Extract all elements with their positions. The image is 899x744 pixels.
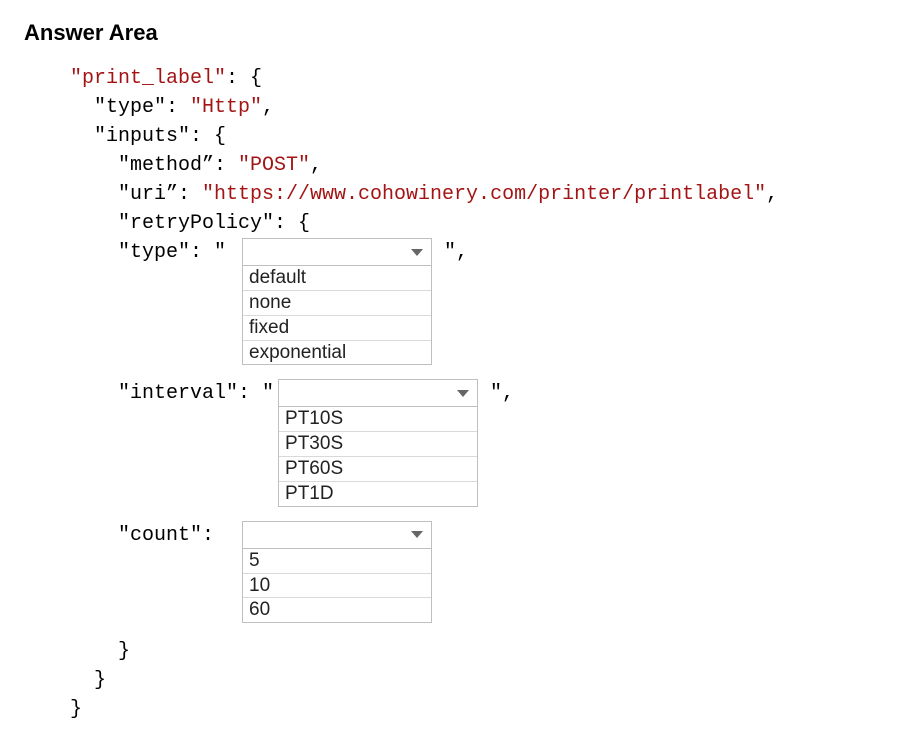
- key-inputs: "inputs": {: [94, 125, 226, 148]
- code-line: "type": "Http",: [24, 93, 875, 122]
- chevron-down-icon: [457, 390, 469, 397]
- code-line: "uri”: "https://www.cohowinery.com/print…: [24, 180, 875, 209]
- key-count: "count":: [118, 524, 214, 547]
- code-line: "print_label": {: [24, 64, 875, 93]
- dropdown-type-block: default none fixed exponential: [242, 238, 432, 365]
- code-line: }: [24, 666, 875, 695]
- option[interactable]: 60: [243, 598, 431, 622]
- option[interactable]: PT10S: [279, 407, 477, 432]
- close-brace: }: [118, 640, 130, 663]
- val-uri: "https://www.cohowinery.com/printer/prin…: [202, 183, 766, 206]
- dropdown-interval-block: PT10S PT30S PT60S PT1D: [278, 379, 478, 506]
- option[interactable]: exponential: [243, 341, 431, 365]
- option[interactable]: none: [243, 291, 431, 316]
- option[interactable]: PT30S: [279, 432, 477, 457]
- punct: ",: [478, 379, 514, 408]
- val-post: "POST": [238, 154, 310, 177]
- key-print-label: "print_label": [70, 67, 226, 90]
- code-line-type: "type": " default none fixed exponential…: [24, 238, 875, 365]
- close-brace: }: [70, 698, 82, 721]
- punct: ,: [766, 183, 778, 206]
- dropdown-interval-options: PT10S PT30S PT60S PT1D: [278, 406, 478, 506]
- dropdown-type-options: default none fixed exponential: [242, 265, 432, 365]
- key-method: "method”:: [118, 154, 238, 177]
- code-line: "retryPolicy": {: [24, 209, 875, 238]
- option[interactable]: 10: [243, 574, 431, 599]
- punct: ",: [432, 238, 468, 267]
- val-http: "Http": [190, 96, 262, 119]
- code-line: }: [24, 637, 875, 666]
- code-line-count: "count": 5 10 60: [24, 521, 875, 624]
- dropdown-count-block: 5 10 60: [242, 521, 432, 624]
- option[interactable]: 5: [243, 549, 431, 574]
- punct: ,: [262, 96, 274, 119]
- dropdown-count-options: 5 10 60: [242, 548, 432, 624]
- chevron-down-icon: [411, 249, 423, 256]
- code-line: "inputs": {: [24, 122, 875, 151]
- dropdown-type[interactable]: [242, 238, 432, 266]
- option[interactable]: PT1D: [279, 482, 477, 506]
- punct: : {: [226, 67, 262, 90]
- close-brace: }: [94, 669, 106, 692]
- key-uri: "uri”:: [118, 183, 202, 206]
- page-title: Answer Area: [24, 20, 875, 46]
- dropdown-interval[interactable]: [278, 379, 478, 407]
- dropdown-count[interactable]: [242, 521, 432, 549]
- key-type: "type":: [94, 96, 190, 119]
- code-line: }: [24, 695, 875, 724]
- code-line-interval: "interval": " PT10S PT30S PT60S PT1D ",: [24, 379, 875, 506]
- punct: ,: [310, 154, 322, 177]
- option[interactable]: default: [243, 266, 431, 291]
- option[interactable]: fixed: [243, 316, 431, 341]
- chevron-down-icon: [411, 531, 423, 538]
- code-line: "method”: "POST",: [24, 151, 875, 180]
- key-retry-type: "type": ": [118, 241, 238, 264]
- key-retrypolicy: "retryPolicy": {: [118, 212, 310, 235]
- key-interval: "interval": ": [118, 382, 274, 405]
- option[interactable]: PT60S: [279, 457, 477, 482]
- code-block: "print_label": { "type": "Http", "inputs…: [24, 64, 875, 724]
